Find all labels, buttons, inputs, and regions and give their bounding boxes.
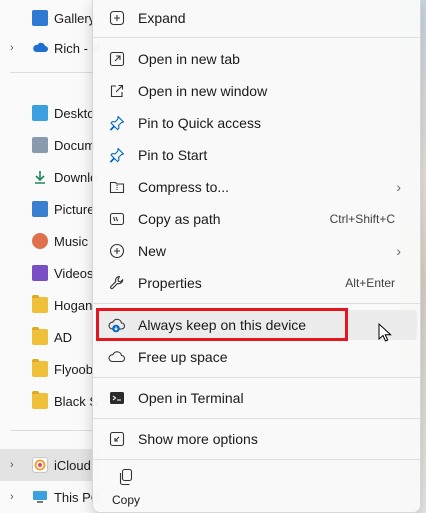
nav-item-hogan[interactable]: Hogan [0, 289, 100, 321]
annotation-highlight-box [96, 308, 348, 341]
menu-item-label: Open in new tab [138, 51, 240, 67]
menu-item-label: Open in Terminal [138, 390, 244, 406]
videos-icon [32, 265, 48, 281]
nav-item-this-pc[interactable]: › This PC [0, 481, 100, 513]
open-new-tab-icon [108, 50, 126, 68]
menu-item-label: Show more options [138, 431, 258, 447]
menu-item-open-terminal[interactable]: Open in Terminal [97, 383, 417, 413]
copy-path-icon [108, 210, 126, 228]
menu-item-label: Expand [138, 10, 186, 26]
onedrive-cloud-icon [32, 40, 48, 56]
menu-item-pin-start[interactable]: Pin to Start [97, 140, 417, 170]
nav-item-documents[interactable]: Docum [0, 129, 100, 161]
nav-divider [10, 72, 92, 73]
menu-item-expand[interactable]: Expand [97, 3, 417, 33]
pin-icon [108, 146, 126, 164]
terminal-icon [108, 389, 126, 407]
menu-item-label: Properties [138, 275, 202, 291]
wrench-icon [108, 274, 126, 292]
nav-item-pictures[interactable]: Picture [0, 193, 100, 225]
copy-button[interactable]: Copy [106, 468, 146, 510]
nav-item-label: Docum [54, 137, 96, 153]
expand-icon [108, 9, 126, 27]
nav-item-label: Deskto [54, 105, 95, 121]
nav-item-label: Hogan [54, 297, 93, 313]
menu-item-show-more-options[interactable]: Show more options [97, 424, 417, 454]
folder-icon [32, 361, 48, 377]
nav-item-music[interactable]: Music [0, 225, 100, 257]
nav-divider [10, 430, 92, 431]
cloud-icon [108, 348, 126, 366]
music-icon [32, 233, 48, 249]
menu-item-label: New [138, 243, 167, 259]
nav-item-label: Videos [54, 265, 94, 281]
menu-item-label: Open in new window [138, 83, 268, 99]
copy-icon [118, 468, 134, 489]
gallery-icon [32, 10, 48, 26]
menu-item-free-up-space[interactable]: Free up space [97, 342, 417, 372]
menu-item-open-new-window[interactable]: Open in new window [97, 76, 417, 106]
nav-item-label: Music [54, 233, 88, 249]
desktop-icon [32, 105, 48, 121]
downloads-icon [32, 169, 48, 185]
nav-item-black[interactable]: Black S [0, 385, 100, 417]
menu-item-new[interactable]: New › [97, 236, 417, 266]
menu-separator [93, 303, 420, 304]
nav-item-flyoob[interactable]: Flyoob [0, 353, 100, 385]
icloud-icon [32, 457, 48, 473]
nav-item-label: Downlo [54, 169, 98, 185]
menu-separator [93, 418, 420, 419]
menu-item-label: Copy as path [138, 211, 221, 227]
nav-item-icloud[interactable]: › iCloud [0, 449, 100, 481]
zip-folder-icon [108, 178, 126, 196]
menu-item-properties[interactable]: Properties Alt+Enter [97, 268, 417, 298]
nav-item-label: AD [54, 329, 73, 345]
menu-separator [93, 459, 420, 460]
pictures-icon [32, 201, 48, 217]
keyboard-shortcut: Alt+Enter [345, 276, 395, 290]
open-new-window-icon [108, 82, 126, 100]
nav-item-gallery[interactable]: Gallery [0, 2, 100, 34]
menu-item-label: Pin to Start [138, 147, 208, 163]
nav-item-label: Flyoob [54, 361, 94, 377]
nav-item-videos[interactable]: Videos [0, 257, 100, 289]
context-menu: Expand Open in new tab Open in new windo… [92, 0, 421, 513]
nav-item-label: iCloud [54, 457, 91, 473]
folder-icon [32, 297, 48, 313]
chevron-right-icon[interactable]: › [10, 42, 22, 54]
this-pc-icon [32, 489, 48, 505]
add-circle-icon [108, 242, 126, 260]
menu-item-compress[interactable]: Compress to... › [97, 172, 417, 202]
pin-icon [108, 114, 126, 132]
menu-item-copy-as-path[interactable]: Copy as path Ctrl+Shift+C [97, 204, 417, 234]
nav-item-downloads[interactable]: Downlo [0, 161, 100, 193]
chevron-right-icon: › [396, 179, 401, 195]
menu-item-pin-quick-access[interactable]: Pin to Quick access [97, 108, 417, 138]
menu-separator [93, 37, 420, 38]
chevron-right-icon[interactable]: › [10, 459, 22, 471]
folder-icon [32, 393, 48, 409]
documents-icon [32, 137, 48, 153]
copy-label: Copy [111, 493, 140, 507]
show-more-icon [108, 430, 126, 448]
chevron-right-icon[interactable]: › [10, 491, 22, 503]
nav-item-label: Picture [54, 201, 95, 217]
menu-item-label: Free up space [138, 349, 228, 365]
folder-icon [32, 329, 48, 345]
menu-separator [93, 377, 420, 378]
mouse-cursor-icon [378, 323, 392, 342]
keyboard-shortcut: Ctrl+Shift+C [329, 212, 395, 226]
nav-item-onedrive[interactable]: › Rich - P [0, 32, 100, 64]
chevron-right-icon: › [396, 243, 401, 259]
menu-item-label: Compress to... [138, 179, 230, 195]
nav-item-desktop[interactable]: Deskto [0, 97, 100, 129]
menu-item-label: Pin to Quick access [138, 115, 261, 131]
nav-item-label: Gallery [54, 10, 96, 26]
menu-item-open-new-tab[interactable]: Open in new tab [97, 44, 417, 74]
nav-item-ad[interactable]: AD [0, 321, 100, 353]
